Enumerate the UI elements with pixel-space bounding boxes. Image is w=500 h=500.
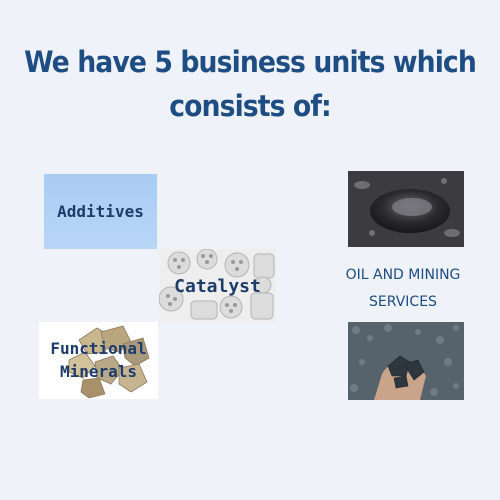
additives-label: Additives [57, 202, 144, 221]
functional-minerals-line-2: Minerals [59, 362, 138, 381]
catalyst-tile: Catalyst [159, 249, 276, 322]
mining-image [348, 322, 464, 400]
heading-line-1: We have 5 business units which [24, 45, 477, 79]
functional-minerals-line-1: Functional [50, 339, 147, 358]
coal-in-hand-graphic [348, 322, 464, 400]
oil-puddle-graphic [348, 171, 464, 247]
heading-line-2: consists of: [169, 89, 331, 123]
oil-image [348, 171, 464, 247]
oil-and-mining-line-2: SERVICES [369, 294, 437, 310]
additives-tile: Additives [44, 174, 157, 249]
catalyst-label: Catalyst [174, 276, 261, 297]
oil-and-mining-line-1: OIL AND MINING [345, 267, 461, 283]
functional-minerals-label: Functional Minerals [39, 337, 158, 383]
functional-minerals-tile: Functional Minerals [39, 322, 158, 399]
oil-and-mining-label: OIL AND MINING SERVICES [318, 262, 488, 316]
page-heading: We have 5 business units which consists … [20, 40, 480, 128]
